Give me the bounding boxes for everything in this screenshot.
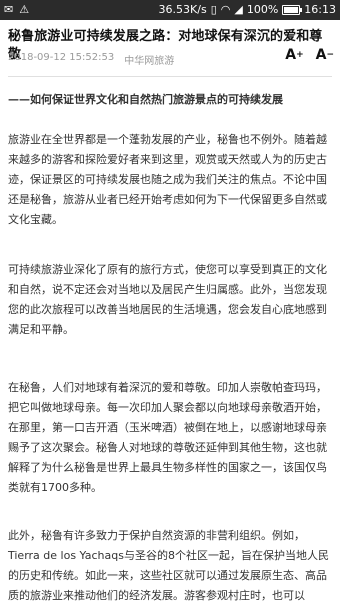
status-right: 36.53K/s ▯ ◠ ◢ 100% 16:13 [159,3,336,17]
font-decrease-label: A [315,47,327,63]
status-bar: ✉ ⚠ 36.53K/s ▯ ◠ ◢ 100% 16:13 [0,0,340,20]
font-increase-label: A [285,47,297,63]
article-paragraph: 可持续旅游业深化了原有的旅行方式，使您可以享受到真正的文化和自然，说不定还会对当… [8,263,327,336]
font-increase-button[interactable]: A+ [285,46,303,64]
wifi-icon: ◠ [220,3,231,16]
article-paragraph: 此外，秘鲁有许多致力于保护自然资源的非营利组织。例如，Tierra de los… [8,529,329,602]
minus-icon: − [326,50,334,60]
plus-icon: + [296,50,304,60]
header-divider [8,76,332,77]
notification-icon: ⚠ [19,3,30,16]
battery-icon [282,5,303,15]
signal-icon: ◢ [234,3,243,16]
article-subheading: ——如何保证世界文化和自然热门旅游景点的可持续发展 [8,93,283,106]
article-date: 2018-09-12 15:52:53 [8,52,115,63]
clock: 16:13 [304,3,336,16]
battery-fill [284,7,299,13]
vibrate-icon: ▯ [210,3,217,16]
status-left: ✉ ⚠ [4,3,29,17]
font-decrease-button[interactable]: A− [316,46,334,64]
article-source[interactable]: 中华网旅游 [124,52,174,67]
article-paragraph: 旅游业在全世界都是一个蓬勃发展的产业，秘鲁也不例外。随着越来越多的游客和探险爱好… [8,133,327,226]
network-speed: 36.53K/s [158,3,207,16]
battery-percent: 100% [246,3,279,16]
mail-icon: ✉ [4,3,14,16]
font-size-controls: A+ A− [285,46,334,64]
article-paragraph: 在秘鲁，人们对地球有着深沉的爱和尊敬。印加人崇敬帕查玛玛，把它叫做地球母亲。每一… [8,381,327,494]
article-meta: 2018-09-12 15:52:53 中华网旅游 [8,52,174,67]
